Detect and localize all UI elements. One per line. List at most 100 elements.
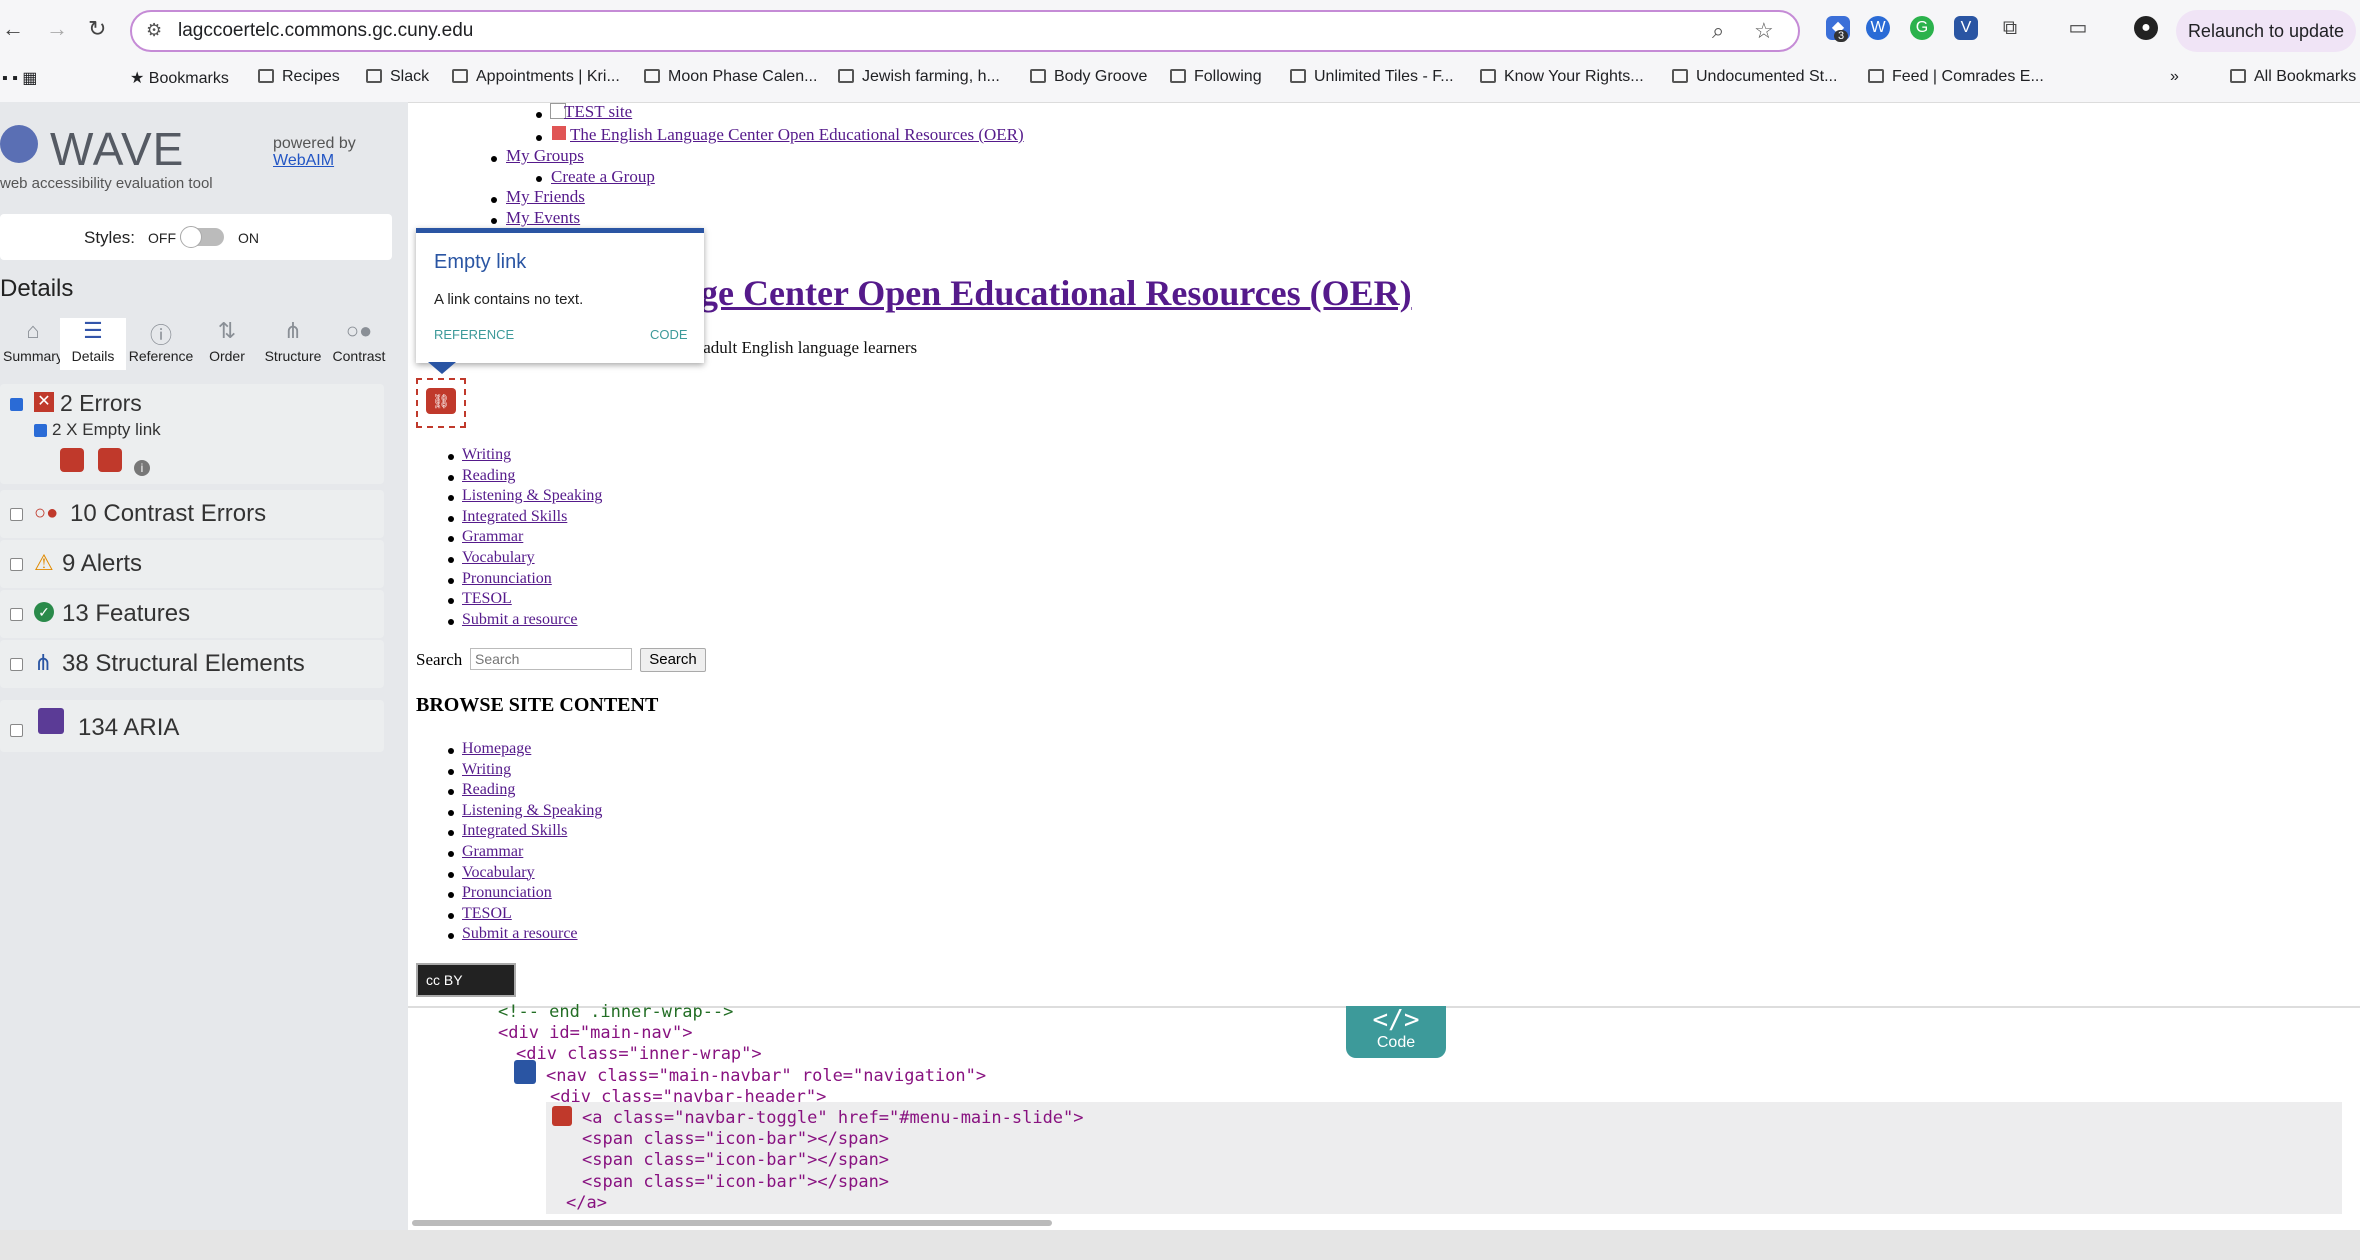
search-button[interactable]: Search <box>640 648 706 672</box>
test-site-link[interactable]: TEST site <box>564 102 632 122</box>
my-groups-link[interactable]: My Groups <box>506 146 584 166</box>
site-info-icon[interactable]: ⚙ <box>146 20 162 41</box>
nav-link[interactable]: Grammar <box>462 843 523 861</box>
my-friends-link[interactable]: My Friends <box>506 187 585 207</box>
nav-link[interactable]: Reading <box>462 781 515 799</box>
back-icon[interactable]: ← <box>2 16 24 42</box>
styles-toggle-knob[interactable] <box>180 226 202 248</box>
webaim-link[interactable]: WebAIM <box>273 152 334 170</box>
nav-link[interactable]: TESOL <box>462 905 512 923</box>
nav-link[interactable]: Homepage <box>462 740 531 758</box>
wave-logo: WAVE <box>50 123 185 175</box>
side-panel-icon[interactable]: ▭ <box>2066 16 2090 40</box>
nav-link[interactable]: Listening & Speaking <box>462 487 602 505</box>
calendar-icon <box>452 69 468 83</box>
list-bullet <box>536 176 542 182</box>
contrast-errors-label: 10 Contrast Errors <box>70 500 267 527</box>
grammarly-icon[interactable]: G <box>1910 16 1934 40</box>
nav-link[interactable]: Writing <box>462 761 511 779</box>
nav-link[interactable]: Vocabulary <box>462 549 535 567</box>
wave-extension-icon[interactable]: W <box>1866 16 1890 40</box>
horizontal-scrollbar[interactable] <box>412 1220 1052 1226</box>
all-bookmarks[interactable]: All Bookmarks <box>2230 68 2356 86</box>
errors-checkbox[interactable] <box>10 398 23 411</box>
bookmark-item[interactable]: Moon Phase Calen... <box>644 68 817 86</box>
puzzle-icon[interactable]: ⧉ <box>1998 16 2022 40</box>
nav-link[interactable]: Writing <box>462 446 511 464</box>
structure-icon: ⋔ <box>34 650 53 675</box>
bookmark-item[interactable]: ★ Bookmarks <box>130 68 229 88</box>
alerts-checkbox[interactable] <box>10 558 23 571</box>
info-icon[interactable]: i <box>134 460 150 476</box>
nav-link[interactable]: Integrated Skills <box>462 822 567 840</box>
aria-checkbox[interactable] <box>10 724 23 737</box>
bookmark-star-icon[interactable]: ☆ <box>1754 18 1774 44</box>
oer-site-link[interactable]: The English Language Center Open Educati… <box>570 125 1024 145</box>
search-input[interactable] <box>470 648 632 670</box>
empty-link-icon[interactable] <box>60 448 84 472</box>
bookmark-item[interactable]: Undocumented St... <box>1672 68 1837 86</box>
bookmark-item[interactable]: Slack <box>366 68 429 86</box>
my-events-link[interactable]: My Events <box>506 208 580 228</box>
extension-v-icon[interactable]: V <box>1954 16 1978 40</box>
nav-link[interactable]: Grammar <box>462 528 523 546</box>
reload-icon[interactable]: ↻ <box>88 16 106 42</box>
nav-link[interactable]: TESOL <box>462 590 512 608</box>
create-group-link[interactable]: Create a Group <box>551 167 655 187</box>
nav-link[interactable]: Vocabulary <box>462 864 535 882</box>
address-bar[interactable]: ⚙ lagccoertelc.commons.gc.cuny.edu ⌕ ☆ <box>130 10 1800 52</box>
relaunch-button[interactable]: Relaunch to update <box>2176 10 2356 52</box>
empty-link-checkbox[interactable] <box>34 424 47 437</box>
empty-link-icon[interactable] <box>98 448 122 472</box>
nav-link[interactable]: Submit a resource <box>462 925 578 943</box>
structure-nav-icon[interactable] <box>514 1060 536 1084</box>
styles-on-label: ON <box>238 230 259 246</box>
nav-link[interactable]: Pronunciation <box>462 884 552 902</box>
nav-link[interactable]: Listening & Speaking <box>462 802 602 820</box>
nav-link[interactable]: Pronunciation <box>462 570 552 588</box>
bookmark-item[interactable]: Recipes <box>258 68 340 86</box>
nav-link[interactable]: Integrated Skills <box>462 508 567 526</box>
list-bullet <box>448 515 454 522</box>
code-button-label: Code <box>1376 1034 1416 1051</box>
bookmark-item[interactable]: Following <box>1170 68 1262 86</box>
more-bookmarks-icon[interactable]: » <box>2170 68 2179 86</box>
code-toggle-button[interactable]: </> Code <box>1346 1006 1446 1058</box>
bookmark-item[interactable]: Feed | Comrades E... <box>1868 68 2044 86</box>
tab-details[interactable]: ☰ Details <box>60 318 126 370</box>
list-bullet <box>448 768 454 775</box>
moon-icon <box>644 69 660 83</box>
list-bullet <box>448 536 454 543</box>
apps-icon[interactable]: ▪ ▪ ▦ <box>2 68 37 88</box>
zoom-icon[interactable]: ⌕ <box>1712 18 1724 44</box>
profile-avatar[interactable]: ● <box>2134 16 2158 40</box>
empty-link-marker[interactable]: ⛓ <box>416 378 466 428</box>
structural-checkbox[interactable] <box>10 658 23 671</box>
empty-link-code-icon[interactable] <box>552 1106 572 1126</box>
tab-reference[interactable]: ⓘ Reference <box>128 318 194 370</box>
bookmark-item[interactable]: Jewish farming, h... <box>838 68 1000 86</box>
bookmark-item[interactable]: Appointments | Kri... <box>452 68 620 86</box>
cc-license-badge[interactable]: cc BY <box>416 963 516 997</box>
tab-contrast[interactable]: ○● Contrast <box>326 318 392 370</box>
tab-order[interactable]: ⇅ Order <box>194 318 260 370</box>
tooltip-reference-link[interactable]: REFERENCE <box>434 327 514 342</box>
features-checkbox[interactable] <box>10 608 23 621</box>
nav-link[interactable]: Submit a resource <box>462 611 578 629</box>
list-bullet <box>448 789 454 796</box>
bookmark-item[interactable]: Body Groove <box>1030 68 1147 86</box>
bookmark-item[interactable]: Know Your Rights... <box>1480 68 1644 86</box>
google-icon <box>1290 69 1306 83</box>
tab-summary[interactable]: ⌂ Summary <box>0 318 66 370</box>
tooltip-code-link[interactable]: CODE <box>650 327 688 342</box>
forward-icon[interactable]: → <box>46 16 68 42</box>
site-title-link[interactable]: age Center Open Educational Resources (O… <box>682 272 1412 314</box>
contrast-checkbox[interactable] <box>10 508 23 521</box>
url-text[interactable]: lagccoertelc.commons.gc.cuny.edu <box>178 20 473 42</box>
folder-icon <box>258 69 274 83</box>
empty-link-error-icon[interactable]: ⛓ <box>426 388 456 414</box>
bookmark-item[interactable]: Unlimited Tiles - F... <box>1290 68 1454 86</box>
bookmark-icon <box>1672 69 1688 83</box>
nav-link[interactable]: Reading <box>462 467 515 485</box>
tab-structure[interactable]: ⋔ Structure <box>260 318 326 370</box>
